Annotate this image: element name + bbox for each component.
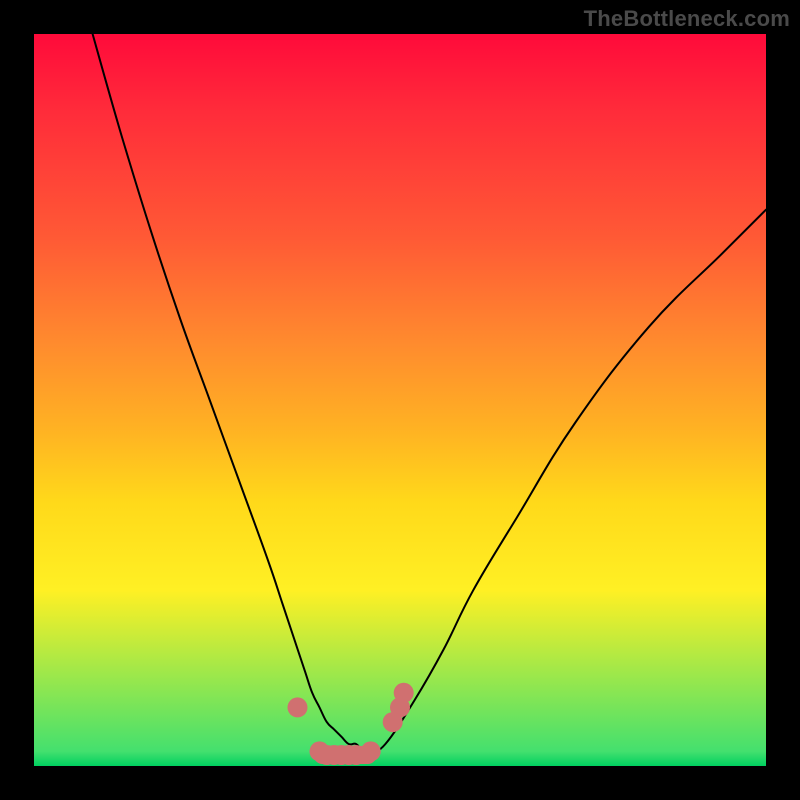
valley-markers-group (288, 683, 414, 765)
curve-svg (34, 34, 766, 766)
valley-marker (361, 741, 381, 761)
bottleneck-curve (93, 34, 766, 752)
plot-area (34, 34, 766, 766)
valley-marker (394, 683, 414, 703)
chart-frame: TheBottleneck.com (0, 0, 800, 800)
valley-marker (288, 697, 308, 717)
watermark-text: TheBottleneck.com (584, 6, 790, 32)
